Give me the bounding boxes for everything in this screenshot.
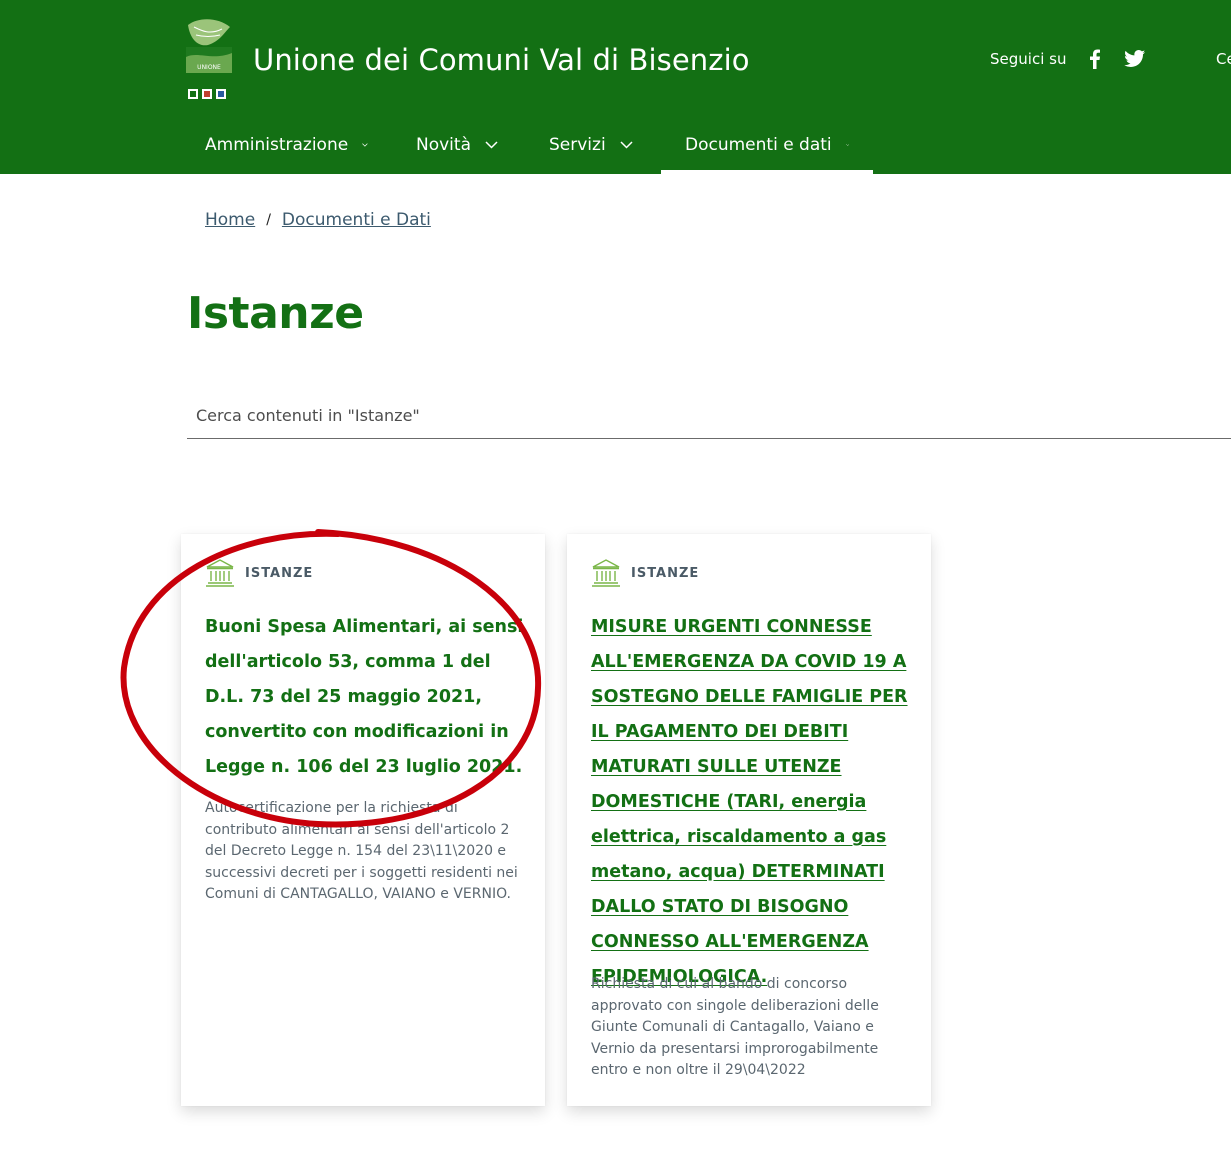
social-label: Seguici su	[990, 50, 1067, 68]
nav-item-label: Amministrazione	[205, 135, 349, 155]
chevron-down-icon	[620, 141, 633, 149]
search-input[interactable]	[187, 392, 1231, 438]
chevron-down-icon	[485, 141, 498, 149]
card-description: Richiesta di cui al bando di concorso ap…	[591, 976, 879, 1078]
istanza-card: ISTANZE Buoni Spesa Alimentari, ai sensi…	[181, 534, 545, 1106]
card-category-label[interactable]: ISTANZE	[245, 566, 313, 581]
header-cut-text[interactable]: Ce	[1216, 50, 1231, 68]
page-title: Istanze	[187, 288, 364, 339]
card-title-link[interactable]: Buoni Spesa Alimentari, ai sensi dell'ar…	[205, 610, 525, 785]
site-title[interactable]: Unione dei Comuni Val di Bisenzio	[253, 43, 750, 77]
facebook-icon[interactable]	[1084, 48, 1106, 70]
nav-item-label: Servizi	[549, 135, 606, 155]
institution-icon	[592, 559, 620, 587]
nav-item-label: Documenti e dati	[685, 135, 832, 155]
search-field	[187, 392, 1231, 439]
istanza-card: ISTANZE MISURE URGENTI CONNESSE ALL'EMER…	[567, 534, 931, 1106]
twitter-icon[interactable]	[1124, 48, 1146, 70]
chevron-down-icon	[362, 143, 368, 147]
breadcrumb-home-link[interactable]: Home	[205, 210, 255, 230]
breadcrumb-documenti-link[interactable]: Documenti e Dati	[282, 210, 431, 230]
card-description: Autocertificazione per la richiesta di c…	[205, 800, 518, 902]
site-header: UNIONE Unione dei Comuni Val di Bisenzio…	[0, 0, 1231, 174]
nav-item-label: Novità	[416, 135, 471, 155]
svg-text:UNIONE: UNIONE	[197, 64, 221, 71]
card-category: ISTANZE	[591, 559, 699, 587]
card-category: ISTANZE	[205, 559, 313, 587]
nav-item-novita[interactable]: Novità	[392, 116, 525, 174]
nav-item-amministrazione[interactable]: Amministrazione	[181, 116, 392, 174]
unione-logo-icon[interactable]: UNIONE	[180, 17, 236, 103]
breadcrumb: Home / Documenti e Dati	[205, 210, 431, 230]
card-category-label[interactable]: ISTANZE	[631, 566, 699, 581]
breadcrumb-separator: /	[266, 212, 271, 228]
chevron-down-icon	[845, 144, 849, 146]
main-nav: Amministrazione Novità Servizi Documenti…	[181, 116, 873, 174]
nav-item-servizi[interactable]: Servizi	[525, 116, 661, 174]
social-links: Seguici su	[990, 48, 1164, 70]
nav-item-documenti-e-dati[interactable]: Documenti e dati	[661, 116, 873, 174]
institution-icon	[206, 559, 234, 587]
card-title-link[interactable]: MISURE URGENTI CONNESSE ALL'EMERGENZA DA…	[591, 610, 911, 995]
